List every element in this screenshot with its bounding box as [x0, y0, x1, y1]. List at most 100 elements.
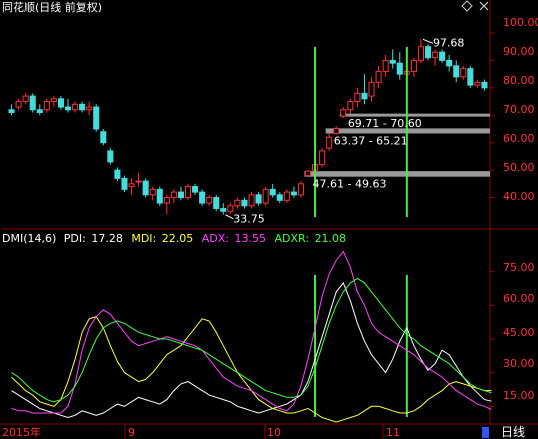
- candle-body: [156, 188, 163, 204]
- dmi-tick: 45.00: [503, 326, 535, 339]
- gap-band-label: 63.37 - 65.21: [334, 134, 408, 147]
- candle-body: [199, 191, 206, 204]
- dmi-tick: 15.00: [503, 389, 535, 402]
- candle-body: [368, 81, 375, 97]
- high-pointer: [422, 38, 434, 44]
- dmi-header: DMI(14,6) PDI: 17.28 MDI: 22.05 ADX: 13.…: [2, 232, 346, 245]
- candle-body: [255, 194, 262, 204]
- dmi-series-adxr: [11, 277, 492, 403]
- candle-body: [375, 70, 382, 83]
- candle-body: [432, 51, 439, 59]
- pdi-value: 17.28: [91, 232, 123, 245]
- candle-body: [361, 92, 368, 100]
- chart-title: 同花顺(日线 前复权): [2, 0, 102, 14]
- x-axis: 2015年 9 10 11: [2, 425, 400, 439]
- dmi-line-layer: [11, 250, 492, 423]
- candle-body: [481, 81, 488, 89]
- candle-body: [396, 62, 403, 75]
- candle-body: [50, 98, 57, 103]
- x-label-11: 11: [386, 426, 400, 439]
- stock-chart-window: 97.68 33.75 69.71 - 70.60 63.37 - 65.21 47.6…: [0, 0, 538, 439]
- candle-body: [192, 186, 199, 193]
- candle-body: [460, 68, 467, 78]
- candle-body: [340, 109, 347, 117]
- candle-body: [184, 186, 192, 199]
- dmi-tick: 60.00: [503, 292, 535, 305]
- price-tick: 80.00: [503, 74, 535, 87]
- candle-body: [93, 106, 100, 130]
- candle-body: [382, 59, 389, 72]
- adxr-label: ADXR:: [275, 232, 310, 245]
- candle-body: [424, 46, 432, 59]
- dmi-axis: 75.00 60.00 45.00 30.00 15.00: [503, 261, 535, 402]
- dmi-series-adx: [11, 250, 492, 414]
- candle-body: [234, 199, 241, 207]
- candle-body: [121, 177, 128, 190]
- candle-body: [57, 98, 64, 108]
- adx-value: 13.55: [235, 232, 267, 245]
- pdi-label: PDI:: [64, 232, 86, 245]
- low-label: 33.75: [233, 213, 265, 226]
- candle-body: [241, 199, 248, 207]
- dmi-series-pdi: [11, 281, 492, 419]
- candle-body: [319, 150, 326, 166]
- candle-body: [142, 180, 149, 196]
- candle-body: [128, 183, 135, 188]
- candle-body: [410, 59, 417, 72]
- candle-body: [36, 109, 43, 114]
- price-tick: 50.00: [503, 161, 535, 174]
- gap-band-label: 69.71 - 70.60: [348, 117, 422, 130]
- candle-body: [170, 191, 177, 199]
- chart-canvas[interactable]: 97.68 33.75 69.71 - 70.60 63.37 - 65.21 47.6…: [0, 0, 538, 439]
- period-label[interactable]: 日线: [501, 425, 525, 439]
- adxr-value: 21.08: [315, 232, 347, 245]
- mdi-label: MDI:: [131, 232, 156, 245]
- x-label-2015: 2015年: [2, 425, 41, 439]
- gap-band: [304, 171, 490, 177]
- price-tick: 90.00: [503, 45, 535, 58]
- candle-body: [206, 197, 213, 204]
- candle-body: [248, 194, 255, 207]
- candle-body: [79, 103, 86, 111]
- candle-body: [114, 169, 121, 179]
- candle-body: [290, 191, 297, 196]
- candle-body: [446, 59, 453, 67]
- candle-body: [262, 188, 269, 204]
- candle-body: [213, 197, 220, 210]
- close-icon[interactable]: [479, 1, 489, 11]
- candle-body: [64, 106, 72, 111]
- price-tick: 70.00: [503, 103, 535, 116]
- candle-body: [100, 131, 107, 144]
- x-label-10: 10: [267, 426, 281, 439]
- low-pointer: [225, 214, 234, 220]
- candle-body: [467, 68, 474, 86]
- candle-body: [72, 103, 79, 111]
- candle-body: [8, 109, 15, 114]
- candle-body: [326, 136, 333, 149]
- dmi-name: DMI(14,6): [2, 232, 56, 245]
- candle-body: [149, 188, 156, 196]
- candle-body: [177, 191, 184, 199]
- candle-body: [163, 197, 170, 204]
- price-tick: 60.00: [503, 132, 535, 145]
- candle-body: [135, 180, 142, 183]
- candle-body: [453, 65, 460, 78]
- candle-body: [29, 95, 36, 111]
- candle-body: [227, 205, 234, 212]
- scroll-indicator[interactable]: [482, 427, 489, 438]
- adx-label: ADX:: [202, 232, 229, 245]
- diamond-icon[interactable]: [461, 0, 473, 12]
- candle-body: [347, 101, 354, 111]
- candle-body: [439, 51, 446, 61]
- price-tick: 40.00: [503, 190, 535, 203]
- candle-body: [417, 46, 424, 61]
- dmi-tick: 75.00: [503, 261, 535, 274]
- candle-body: [276, 194, 283, 201]
- candle-body: [15, 101, 22, 108]
- candle-body: [22, 95, 29, 103]
- candle-body: [107, 150, 114, 163]
- dmi-tick: 30.00: [503, 357, 535, 370]
- candle-body: [43, 101, 50, 111]
- mdi-value: 22.05: [162, 232, 194, 245]
- candle-body: [354, 92, 361, 103]
